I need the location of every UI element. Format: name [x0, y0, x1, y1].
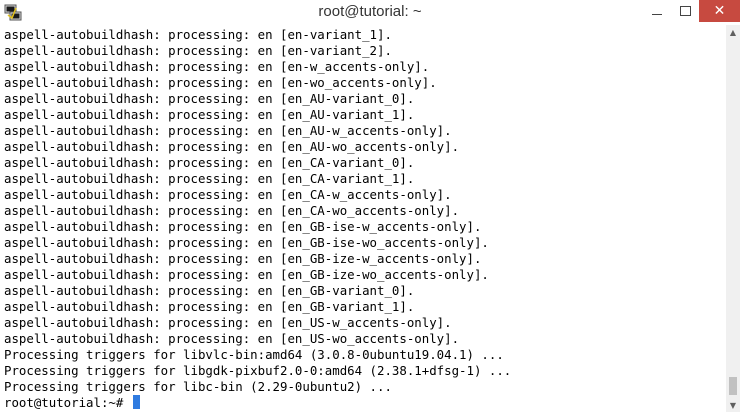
shell-prompt: root@tutorial:~#	[4, 395, 131, 410]
terminal-line: aspell-autobuildhash: processing: en [en…	[4, 91, 415, 106]
close-button[interactable]: ✕	[699, 0, 740, 22]
terminal-line: aspell-autobuildhash: processing: en [en…	[4, 139, 460, 154]
terminal-line: aspell-autobuildhash: processing: en [en…	[4, 75, 437, 90]
title-bar[interactable]: root@tutorial: ~ ✕	[0, 0, 740, 24]
scroll-up-button[interactable]: ▲	[726, 25, 740, 39]
terminal-line: aspell-autobuildhash: processing: en [en…	[4, 283, 415, 298]
terminal-line: Processing triggers for libgdk-pixbuf2.0…	[4, 363, 512, 378]
terminal-line: aspell-autobuildhash: processing: en [en…	[4, 171, 415, 186]
terminal-output[interactable]: aspell-autobuildhash: processing: en [en…	[0, 25, 726, 412]
terminal-line: aspell-autobuildhash: processing: en [en…	[4, 235, 489, 250]
terminal-line: aspell-autobuildhash: processing: en [en…	[4, 331, 460, 346]
terminal-line: aspell-autobuildhash: processing: en [en…	[4, 203, 460, 218]
terminal-line: aspell-autobuildhash: processing: en [en…	[4, 123, 452, 138]
maximize-button[interactable]	[671, 0, 699, 22]
minimize-icon	[652, 13, 662, 15]
terminal-line: aspell-autobuildhash: processing: en [en…	[4, 107, 415, 122]
terminal-line: aspell-autobuildhash: processing: en [en…	[4, 59, 430, 74]
terminal-line: Processing triggers for libc-bin (2.29-0…	[4, 379, 392, 394]
terminal-window: root@tutorial: ~ ✕ aspell-autobuildhash:…	[0, 0, 740, 412]
vertical-scrollbar[interactable]: ▲ ▼	[726, 25, 740, 412]
prompt-line[interactable]: root@tutorial:~#	[4, 395, 140, 411]
maximize-icon	[679, 6, 691, 16]
window-title: root@tutorial: ~	[318, 3, 422, 20]
terminal-line: aspell-autobuildhash: processing: en [en…	[4, 251, 482, 266]
arrow-down-icon: ▼	[729, 400, 737, 410]
terminal-line: aspell-autobuildhash: processing: en [en…	[4, 187, 452, 202]
terminal-line: aspell-autobuildhash: processing: en [en…	[4, 219, 482, 234]
terminal-line: aspell-autobuildhash: processing: en [en…	[4, 155, 415, 170]
terminal-line: aspell-autobuildhash: processing: en [en…	[4, 315, 452, 330]
arrow-up-icon: ▲	[729, 27, 737, 37]
minimize-button[interactable]	[643, 0, 671, 22]
terminal-line: aspell-autobuildhash: processing: en [en…	[4, 27, 392, 42]
scroll-down-button[interactable]: ▼	[726, 398, 740, 412]
terminal-line: aspell-autobuildhash: processing: en [en…	[4, 299, 415, 314]
terminal-line: aspell-autobuildhash: processing: en [en…	[4, 267, 489, 282]
scrollbar-thumb[interactable]	[729, 377, 737, 395]
terminal-line: aspell-autobuildhash: processing: en [en…	[4, 43, 392, 58]
terminal-line: Processing triggers for libvlc-bin:amd64…	[4, 347, 504, 362]
close-icon: ✕	[713, 3, 726, 19]
text-cursor	[132, 395, 140, 409]
